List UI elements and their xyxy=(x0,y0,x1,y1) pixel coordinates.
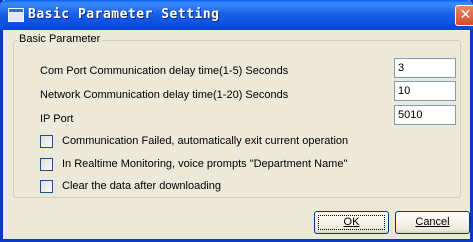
voice-prompt-checkbox-label: In Realtime Monitoring, voice prompts "D… xyxy=(62,158,348,170)
cancel-button[interactable]: Cancel xyxy=(395,211,470,234)
network-delay-input[interactable] xyxy=(394,81,456,101)
ip-port-input[interactable] xyxy=(394,105,456,125)
close-icon: ✕ xyxy=(459,7,472,23)
network-delay-label: Network Communication delay time(1-20) S… xyxy=(40,89,289,101)
ok-button[interactable]: OK xyxy=(314,211,389,234)
clear-data-checkbox[interactable] xyxy=(40,179,53,193)
clear-data-checkbox-label: Clear the data after downloading xyxy=(62,180,221,192)
cancel-button-label: Cancel xyxy=(415,216,450,228)
voice-prompt-checkbox-row[interactable]: In Realtime Monitoring, voice prompts "D… xyxy=(40,157,347,171)
ok-button-label: OK xyxy=(343,216,360,228)
voice-prompt-checkbox[interactable] xyxy=(40,157,53,171)
group-title: Basic Parameter xyxy=(17,33,103,45)
ip-port-label: IP Port xyxy=(40,113,74,125)
window-title: Basic Parameter Setting xyxy=(28,7,220,22)
app-window-icon xyxy=(8,8,24,22)
title-bar[interactable]: Basic Parameter Setting ✕ xyxy=(0,0,473,30)
clear-data-checkbox-row[interactable]: Clear the data after downloading xyxy=(40,179,221,193)
com-delay-input[interactable] xyxy=(394,58,456,78)
auto-exit-checkbox[interactable] xyxy=(40,134,53,148)
com-delay-label: Com Port Communication delay time(1-5) S… xyxy=(40,65,289,77)
auto-exit-checkbox-label: Communication Failed, automatically exit… xyxy=(62,135,349,147)
auto-exit-checkbox-row[interactable]: Communication Failed, automatically exit… xyxy=(40,134,348,148)
close-button[interactable]: ✕ xyxy=(455,5,473,26)
